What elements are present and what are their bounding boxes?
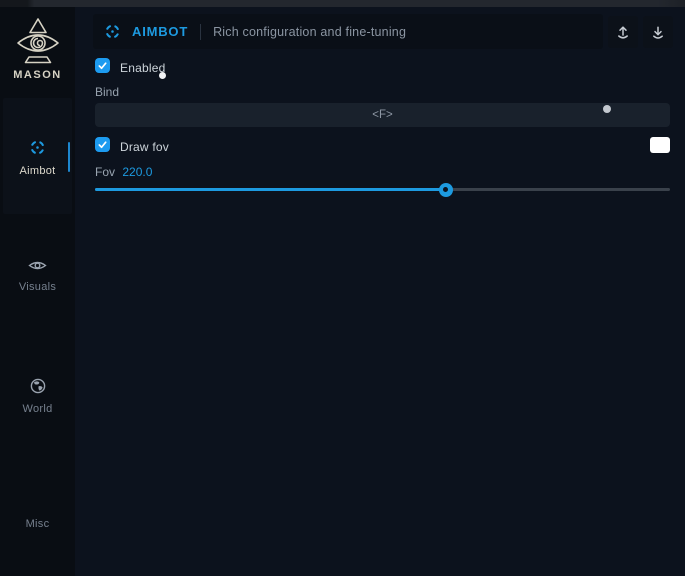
draw-fov-checkbox[interactable] — [95, 137, 110, 152]
mason-eye-logo-icon — [0, 16, 75, 66]
sidebar-item-world[interactable]: World — [0, 378, 75, 415]
sidebar-item-label: Misc — [0, 518, 75, 530]
crosshair-icon — [104, 23, 121, 40]
bind-label: Bind — [95, 85, 119, 99]
sidebar-item-label: World — [0, 403, 75, 415]
eye-icon — [28, 259, 47, 272]
crosshair-icon — [29, 139, 46, 156]
app-logo: MASON — [0, 16, 75, 81]
logo-text: MASON — [0, 69, 75, 81]
check-icon — [97, 139, 108, 150]
fov-slider-handle[interactable] — [439, 183, 453, 197]
fov-value: 220.0 — [122, 165, 152, 179]
fov-label: Fov — [95, 165, 115, 179]
download-config-button[interactable] — [643, 16, 673, 48]
check-icon — [97, 60, 108, 71]
header-divider — [200, 24, 201, 40]
fov-slider-fill — [95, 188, 446, 191]
draw-fov-label: Draw fov — [120, 140, 169, 154]
globe-icon — [30, 378, 46, 394]
bind-input[interactable] — [95, 103, 670, 127]
sidebar-item-visuals[interactable]: Visuals — [0, 259, 75, 293]
fov-value-row: Fov 220.0 — [95, 165, 152, 179]
page-title: AIMBOT — [132, 24, 188, 39]
upload-config-button[interactable] — [608, 16, 638, 48]
fov-color-swatch[interactable] — [650, 137, 670, 153]
page-subtitle: Rich configuration and fine-tuning — [213, 25, 406, 39]
upload-icon — [615, 24, 631, 41]
enabled-checkbox[interactable] — [95, 58, 110, 73]
page-header: AIMBOT Rich configuration and fine-tunin… — [93, 14, 603, 49]
main-panel — [75, 7, 685, 576]
sidebar-item-aimbot[interactable]: Aimbot — [0, 139, 75, 177]
enabled-label: Enabled — [120, 61, 165, 75]
sidebar-item-label: Visuals — [0, 281, 75, 293]
sidebar-item-misc[interactable]: Misc — [0, 496, 75, 530]
window-top-strip — [0, 0, 685, 7]
download-icon — [650, 24, 666, 41]
fov-slider[interactable] — [95, 188, 670, 191]
sidebar-item-label: Aimbot — [0, 165, 75, 177]
